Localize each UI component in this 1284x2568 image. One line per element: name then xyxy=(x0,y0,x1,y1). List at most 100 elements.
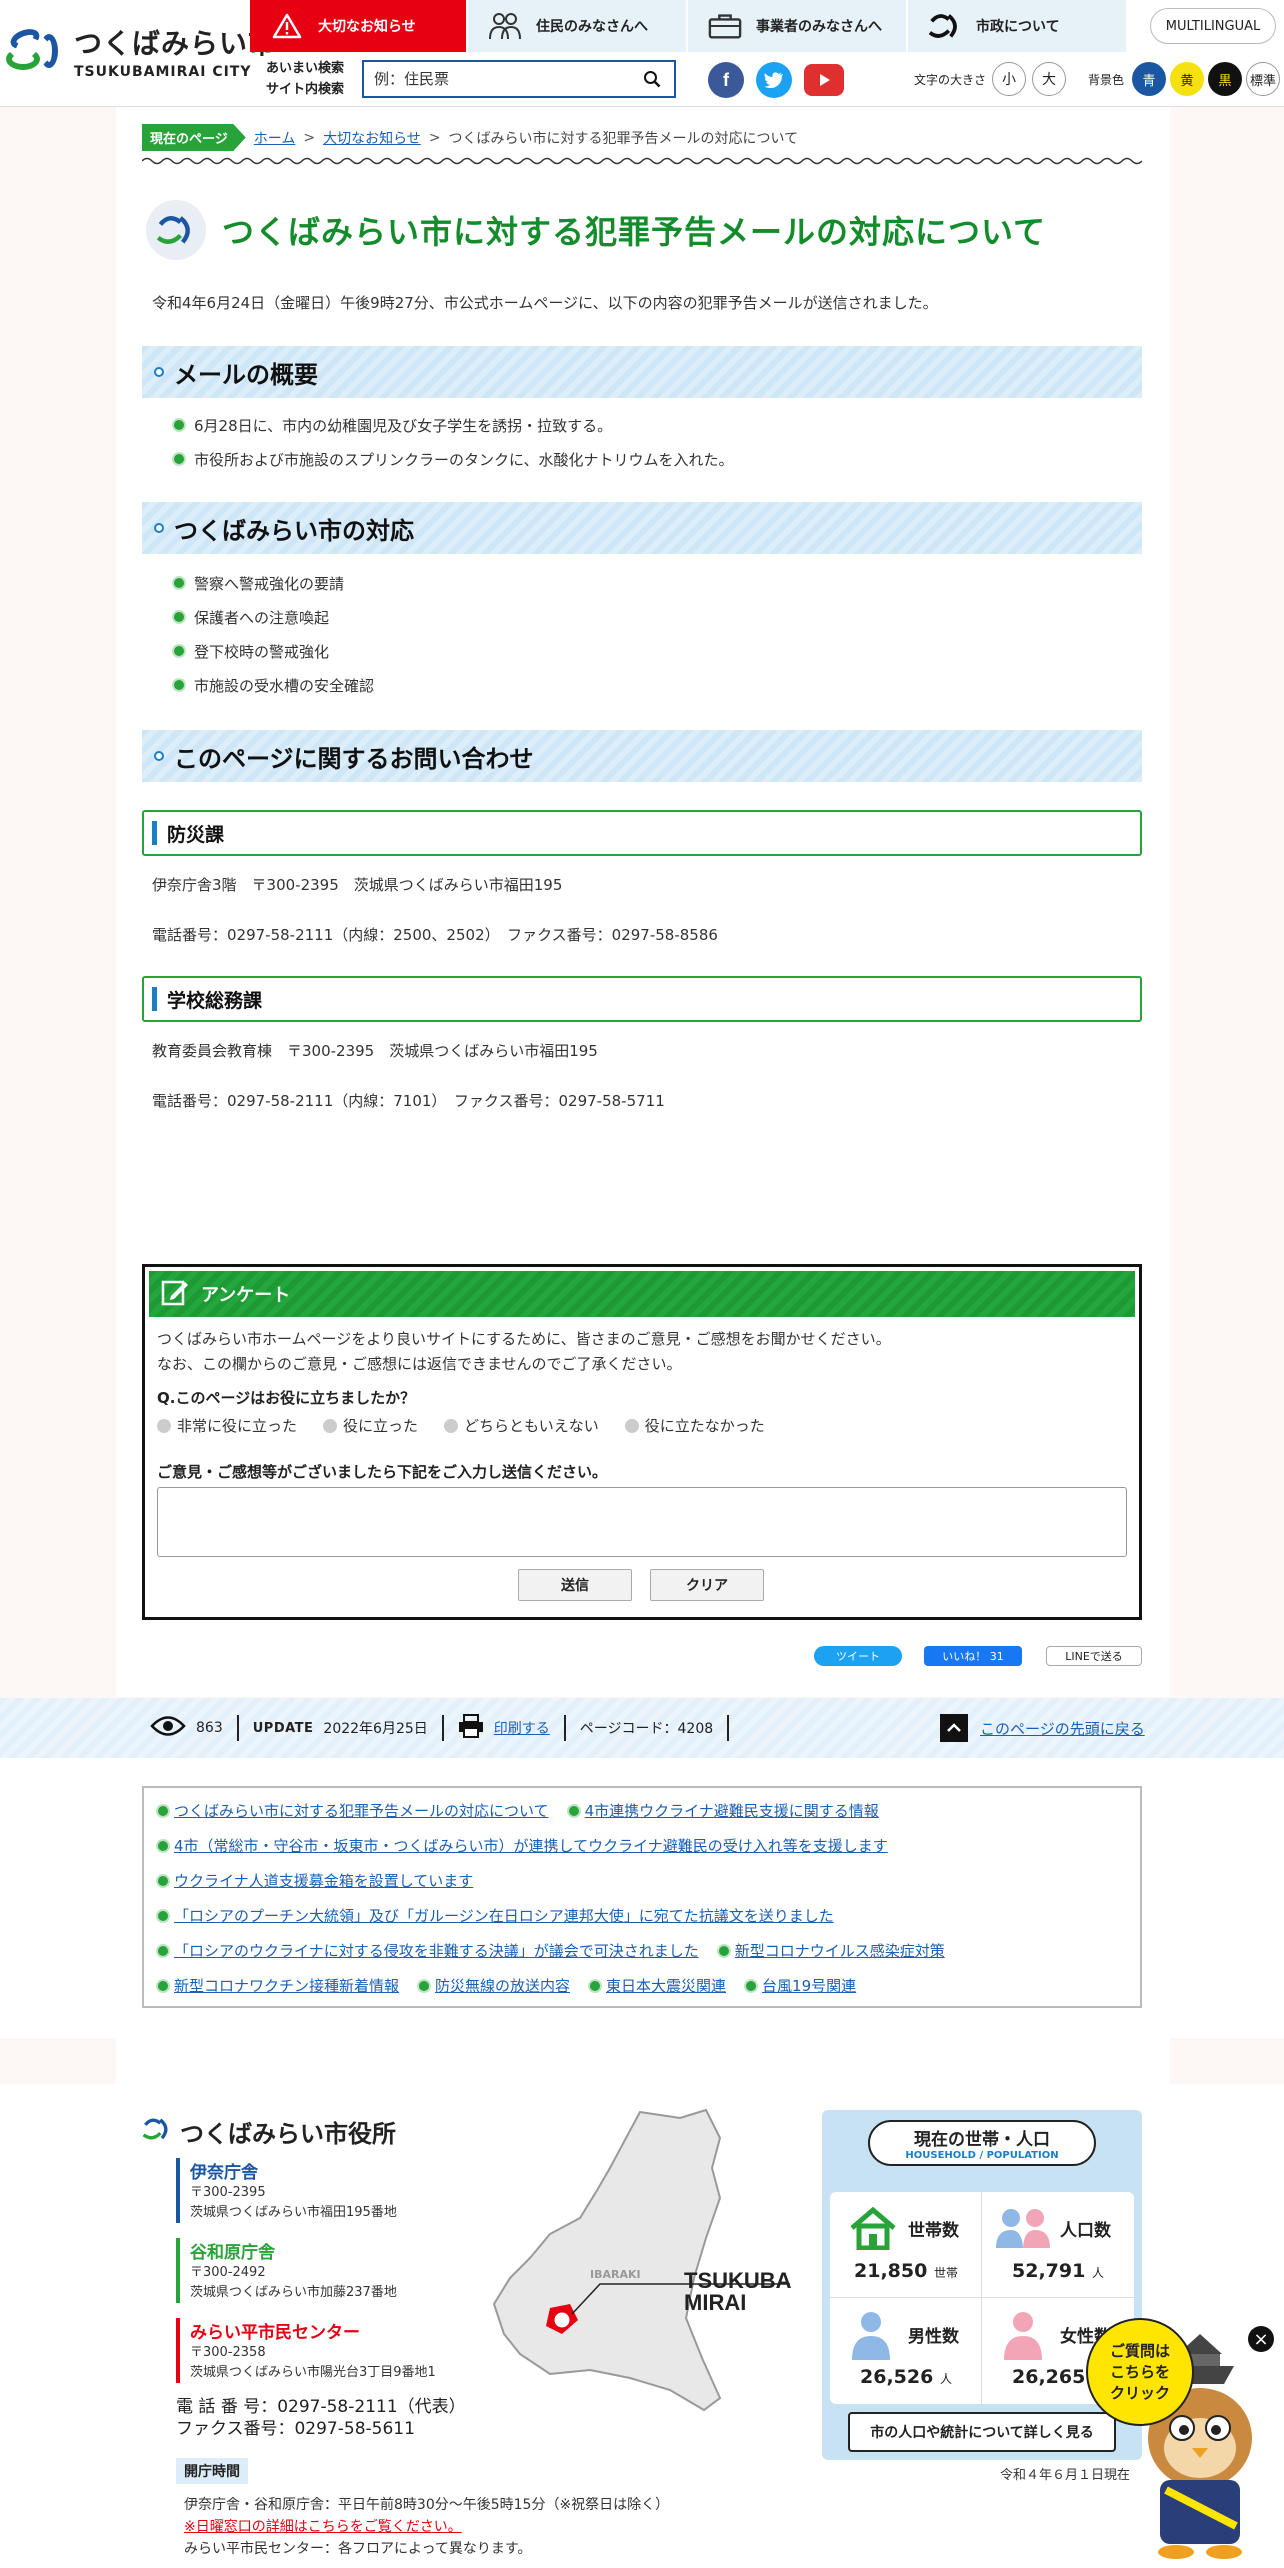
bg-yellow-button[interactable]: 黄 xyxy=(1170,62,1205,96)
fuzzy-search-label: あいまい検索 xyxy=(266,61,345,76)
survey-option-not-useful[interactable]: 役に立たなかった xyxy=(624,1415,765,1436)
section-heading-city-response: つくばみらい市の対応 xyxy=(142,502,1142,554)
youtube-icon[interactable] xyxy=(804,64,844,96)
survey-description: つくばみらい市ホームページをより良いサイトにするために、皆さまのご意見・ご感想を… xyxy=(157,1330,891,1373)
nav-residents[interactable]: 住民のみなさんへ xyxy=(468,0,688,52)
breadcrumb: 現在のページ ホーム > 大切なお知らせ > つくばみらい市に対する犯罪予告メー… xyxy=(142,124,798,151)
search-icon[interactable] xyxy=(634,62,670,96)
radio-button[interactable] xyxy=(157,1418,171,1433)
population-details-button[interactable]: 市の人口や統計について詳しく見る xyxy=(848,2412,1116,2452)
back-to-top-link[interactable]: このページの先頭に戻る xyxy=(980,1718,1145,1739)
tweet-button[interactable]: ツイート xyxy=(814,1646,902,1666)
radio-button[interactable] xyxy=(444,1418,459,1433)
eye-icon xyxy=(150,1715,186,1741)
divider xyxy=(441,1715,444,1741)
nav-important-notice[interactable]: 大切なお知らせ xyxy=(250,0,468,52)
population-title: 現在の世帯・人口 HOUSEHOLD / POPULATION xyxy=(868,2120,1096,2166)
font-small-button[interactable]: 小 xyxy=(992,62,1027,96)
office-name[interactable]: 谷和原庁舎 xyxy=(190,2238,397,2263)
radio-button[interactable] xyxy=(323,1418,338,1433)
submit-button[interactable]: 送信 xyxy=(518,1569,632,1601)
news-link[interactable]: 4市連携ウクライナ避難民支援に関する情報 xyxy=(568,1800,879,1821)
news-link[interactable]: ウクライナ人道支援募金箱を設置しています xyxy=(158,1870,473,1891)
close-icon[interactable]: × xyxy=(1248,2326,1274,2352)
bullet-icon xyxy=(174,420,184,430)
page-code: ページコード：4208 xyxy=(579,1721,714,1737)
office-name[interactable]: みらい平市民センター xyxy=(190,2318,436,2343)
footer-contact: 電 話 番 号：0297-58-2111（代表） ファクス番号：0297-58-… xyxy=(176,2396,466,2440)
nav-businesses[interactable]: 事業者のみなさんへ xyxy=(688,0,908,52)
survey-option-neutral[interactable]: どちらともいえない xyxy=(444,1415,599,1436)
edit-icon xyxy=(161,1278,189,1311)
bullet-icon xyxy=(158,1875,168,1886)
news-link[interactable]: 東日本大震災関連 xyxy=(590,1975,726,1996)
bg-black-button[interactable]: 黒 xyxy=(1208,62,1243,96)
bg-color-label: 背景色 xyxy=(1088,72,1125,87)
office-name[interactable]: 伊奈庁舎 xyxy=(190,2158,397,2183)
list-item: 6月28日に、市内の幼稚園児及び女子学生を誘拐・拉致する。 xyxy=(174,408,734,442)
printer-icon[interactable] xyxy=(458,1714,484,1742)
male-cell: 男性数 26,526 人 xyxy=(830,2298,982,2404)
city-mark-icon xyxy=(928,11,962,41)
city-response-list: 警察へ警戒強化の要請 保護者への注意喚起 登下校時の警戒強化 市施設の受水槽の安… xyxy=(174,566,374,702)
news-link[interactable]: 「ロシアのプーチン大統領」及び「ガルージン在日ロシア連邦大使」に宛てた抗議文を送… xyxy=(158,1905,834,1926)
footer-fax: ファクス番号：0297-58-5611 xyxy=(176,2419,415,2439)
news-link[interactable]: 4市（常総市・守谷市・坂東市・つくばみらい市）が連携してウクライナ避難民の受け入… xyxy=(158,1835,888,1856)
section-heading-text: つくばみらい市の対応 xyxy=(174,516,414,545)
twitter-icon[interactable] xyxy=(756,62,792,98)
city-mark-icon xyxy=(146,200,206,260)
breadcrumb-current-label: 現在のページ xyxy=(142,124,246,151)
survey-form: アンケート つくばみらい市ホームページをより良いサイトにするために、皆さまのご意… xyxy=(142,1264,1142,1620)
clear-button[interactable]: クリア xyxy=(650,1569,764,1601)
font-large-button[interactable]: 大 xyxy=(1032,62,1067,96)
office-miraidaira: みらい平市民センター 〒300-2358 茨城県つくばみらい市陽光台3丁目9番地… xyxy=(176,2318,436,2383)
female-icon xyxy=(1000,2310,1046,2364)
news-link[interactable]: 防災無線の放送内容 xyxy=(419,1975,570,1996)
survey-header: アンケート xyxy=(149,1271,1135,1317)
survey-option-very-useful[interactable]: 非常に役に立った xyxy=(157,1415,297,1436)
line-share-button[interactable]: LINEで送る xyxy=(1046,1646,1142,1666)
facebook-icon[interactable]: f xyxy=(708,62,744,98)
population-cell: 人口数 52,791 人 xyxy=(982,2192,1134,2298)
sunday-window-link[interactable]: ※日曜窓口の詳細はこちらをご覧ください。 xyxy=(184,2516,669,2538)
news-link[interactable]: 新型コロナワクチン接種新着情報 xyxy=(158,1975,399,1996)
survey-title: アンケート xyxy=(201,1285,291,1306)
mascot-faq-bubble[interactable]: ご質問は こちらを クリック xyxy=(1086,2318,1194,2426)
map-city-label: TSUKUBA MIRAI xyxy=(684,2268,792,2315)
nav-label: 大切なお知らせ xyxy=(318,19,416,35)
bullet-icon xyxy=(158,1840,168,1851)
breadcrumb-current-page: つくばみらい市に対する犯罪予告メールの対応について xyxy=(448,130,799,147)
logo-name-en: TSUKUBAMIRAI CITY xyxy=(74,64,252,80)
global-nav: 大切なお知らせ 住民のみなさんへ 事業者のみなさんへ 市政について xyxy=(250,0,1128,52)
list-item: 登下校時の警戒強化 xyxy=(174,634,374,668)
bullet-icon xyxy=(174,680,184,690)
office-address: 茨城県つくばみらい市福田195番地 xyxy=(190,2205,397,2220)
radio-button[interactable] xyxy=(624,1418,639,1433)
briefcase-icon xyxy=(708,11,742,41)
breadcrumb-home[interactable]: ホーム xyxy=(254,128,296,148)
font-size-control: 文字の大きさ 小 大 xyxy=(914,62,1067,96)
house-icon xyxy=(848,2206,898,2254)
breadcrumb-notices[interactable]: 大切なお知らせ xyxy=(323,128,421,148)
logo-name-jp: つくばみらい市 xyxy=(74,27,278,60)
office-address: 茨城県つくばみらい市加藤237番地 xyxy=(190,2285,397,2300)
facebook-like-button[interactable]: いいね！ 31 xyxy=(924,1646,1022,1666)
sns-links: f xyxy=(708,62,844,98)
news-link[interactable]: 「ロシアのウクライナに対する侵攻を非難する決議」が議会で可決されました xyxy=(158,1940,699,1961)
print-link[interactable]: 印刷する xyxy=(494,1718,550,1738)
nav-city-administration[interactable]: 市政について xyxy=(908,0,1128,52)
survey-comment-field[interactable] xyxy=(157,1487,1127,1557)
news-link[interactable]: 新型コロナウイルス感染症対策 xyxy=(718,1940,945,1961)
site-logo[interactable]: つくばみらい市 TSUKUBAMIRAI CITY xyxy=(6,22,277,80)
search-input[interactable] xyxy=(364,62,634,96)
news-link[interactable]: つくばみらい市に対する犯罪予告メールの対応について xyxy=(158,1800,549,1821)
bg-standard-button[interactable]: 標準 xyxy=(1246,62,1281,96)
office-zip: 〒300-2358 xyxy=(190,2345,266,2360)
news-row: つくばみらい市に対する犯罪予告メールの対応について 4市連携ウクライナ避難民支援… xyxy=(158,1800,879,1821)
chevron-up-icon[interactable] xyxy=(940,1714,968,1742)
nav-label: 住民のみなさんへ xyxy=(536,19,648,35)
multilingual-button[interactable]: MULTILINGUAL xyxy=(1150,8,1276,44)
survey-option-useful[interactable]: 役に立った xyxy=(323,1415,418,1436)
bg-blue-button[interactable]: 青 xyxy=(1132,62,1167,96)
news-link[interactable]: 台風19号関連 xyxy=(746,1975,856,1996)
